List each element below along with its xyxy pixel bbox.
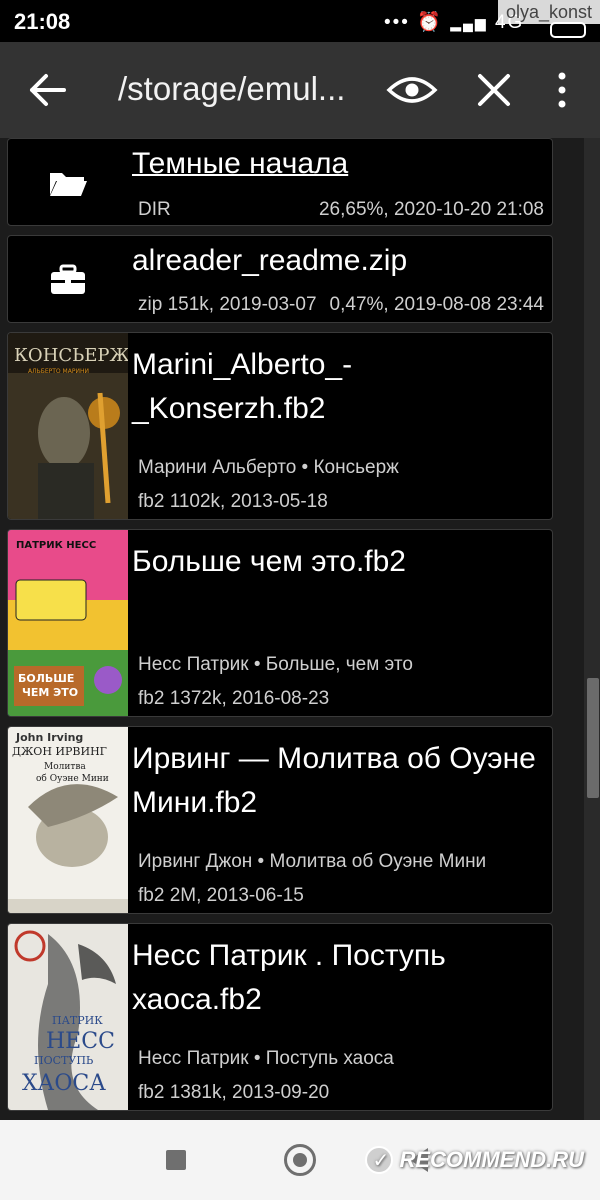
alarm-icon: ⏰: [417, 12, 443, 33]
path-title: /storage/emul...: [118, 70, 346, 107]
home-button[interactable]: [284, 1144, 316, 1176]
book-file-name: Marini_Alberto_-_Konserzh.fb2: [132, 348, 353, 425]
list-item-folder[interactable]: Темные начала DIR 26,65%, 2020-10-20 21:…: [7, 138, 553, 226]
list-item-archive[interactable]: alreader_readme.zip zip 151k, 2019-03-07…: [7, 235, 553, 323]
cover-title-2: ХАОСА: [22, 1071, 106, 1096]
list-item-book[interactable]: John Irving ДЖОН ИРВИНГ Молитва об Оуэне…: [7, 726, 553, 914]
book-cover: КОНСЬЕРЖ АЛЬБЕРТО МАРИНИ: [8, 333, 128, 519]
more-vertical-icon[interactable]: [552, 70, 572, 110]
folder-icon: [50, 173, 87, 196]
book-format-size-date: fb2 1381k, 2013-09-20: [138, 1082, 330, 1103]
file-progress-date: 26,65%, 2020-10-20 21:08: [318, 199, 544, 220]
scrollbar-thumb[interactable]: [587, 678, 599, 798]
book-cover: ПАТРИК НЕСС БОЛЬШЕ ЧЕМ ЭТО: [8, 530, 128, 716]
cover-author-en: John Irving: [15, 731, 83, 744]
book-format-size-date: fb2 1372k, 2016-08-23: [138, 688, 330, 709]
cover-title-2: ЧЕМ ЭТО: [22, 686, 78, 699]
cover-author: АЛЬБЕРТО МАРИНИ: [28, 368, 89, 375]
eye-icon[interactable]: [386, 74, 438, 106]
list-item-book[interactable]: ПАТРИК НЕСС ПОСТУПЬ ХАОСА Несс Патрик . …: [7, 923, 553, 1111]
status-bar: 21:08 ••• ⏰ ▂▄▆ 4G olya_konst: [0, 0, 600, 42]
book-cover: John Irving ДЖОН ИРВИНГ Молитва об Оуэне…: [8, 727, 128, 913]
list-item-book[interactable]: КОНСЬЕРЖ АЛЬБЕРТО МАРИНИ Marini_Alberto_…: [7, 332, 553, 520]
recommend-logo-icon: [365, 1146, 394, 1174]
toolbar: /storage/emul...: [0, 42, 600, 138]
signal-icon: ▂▄▆: [450, 15, 488, 31]
cover-author-1: ПАТРИК: [52, 1014, 103, 1027]
cover-title-2: об Оуэне Мини: [36, 773, 109, 784]
cover-author: ДЖОН ИРВИНГ: [12, 745, 107, 758]
user-watermark: olya_konst: [497, 0, 600, 24]
cover-title: КОНСЬЕРЖ: [14, 345, 128, 366]
cover-title-1: ПОСТУПЬ: [34, 1054, 94, 1067]
book-file-name: Несс Патрик . Поступь хаоса.fb2: [132, 939, 446, 1016]
briefcase-icon: [51, 264, 85, 294]
status-time: 21:08: [14, 9, 71, 34]
cover-title-1: БОЛЬШЕ: [18, 672, 74, 685]
file-name: Темные начала: [132, 147, 349, 180]
file-name: alreader_readme.zip: [132, 244, 408, 277]
recents-button[interactable]: [166, 1150, 186, 1170]
navigation-bar: RECOMMEND.RU: [0, 1120, 600, 1200]
file-type: DIR: [138, 199, 171, 220]
cover-author-2: НЕСС: [46, 1029, 115, 1054]
book-author-title: Марини Альберто • Консьерж: [138, 457, 399, 478]
back-arrow-icon[interactable]: [28, 72, 68, 108]
book-author-title: Несс Патрик • Поступь хаоса: [138, 1048, 394, 1069]
notification-dots: •••: [384, 12, 410, 33]
battery-icon: [550, 22, 586, 38]
close-icon[interactable]: [476, 72, 512, 108]
recommend-watermark-text: RECOMMEND.RU: [399, 1147, 584, 1172]
scrollbar-track[interactable]: [584, 138, 600, 1120]
recommend-watermark: RECOMMEND.RU: [365, 1146, 584, 1174]
book-format-size-date: fb2 2M, 2013-06-15: [138, 885, 304, 906]
file-list[interactable]: Темные начала DIR 26,65%, 2020-10-20 21:…: [0, 138, 600, 1140]
cover-author: ПАТРИК НЕСС: [16, 540, 96, 551]
book-author-title: Ирвинг Джон • Молитва об Оуэне Мини: [138, 851, 487, 872]
book-file-name: Ирвинг — Молитва об Оуэне Мини.fb2: [132, 742, 536, 819]
book-cover: ПАТРИК НЕСС ПОСТУПЬ ХАОСА: [8, 924, 128, 1110]
file-size-date: zip 151k, 2019-03-07: [138, 294, 317, 315]
book-author-title: Несс Патрик • Больше, чем это: [138, 654, 413, 675]
file-progress-date: 0,47%, 2019-08-08 23:44: [329, 294, 544, 315]
book-format-size-date: fb2 1102k, 2013-05-18: [138, 491, 328, 512]
list-item-book[interactable]: ПАТРИК НЕСС БОЛЬШЕ ЧЕМ ЭТО Больше чем эт…: [7, 529, 553, 717]
cover-title-1: Молитва: [44, 762, 86, 772]
book-file-name: Больше чем это.fb2: [132, 545, 406, 578]
